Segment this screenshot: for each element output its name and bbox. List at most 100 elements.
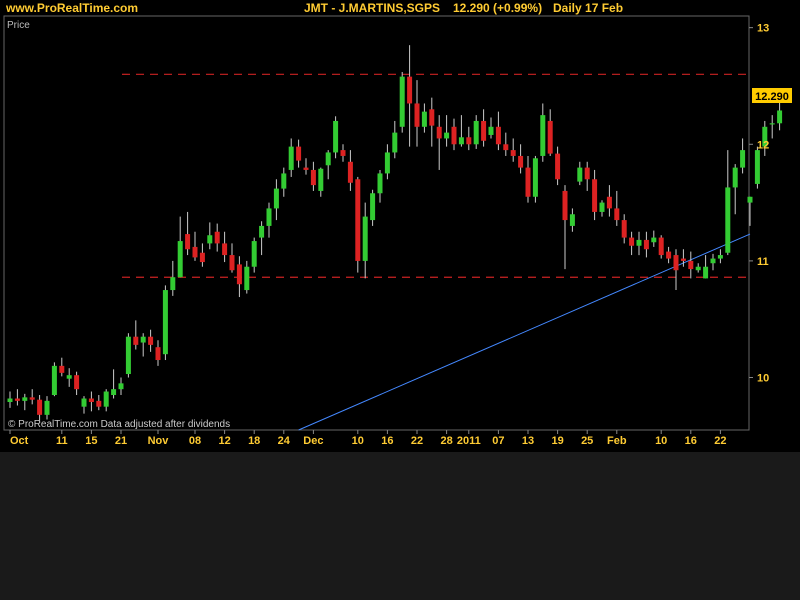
candle <box>769 115 775 139</box>
x-tick-label: 16 <box>685 435 697 447</box>
candle-body <box>140 336 146 343</box>
candle-body <box>614 208 620 221</box>
price-chart[interactable]: Price 10 11 12 13 Oct 11 15 21 Nov 08 12 18 24 Dec 10… <box>0 0 800 452</box>
candle <box>658 235 664 259</box>
x-tick-label: 24 <box>278 435 291 447</box>
candle-body <box>688 260 694 270</box>
candle-body <box>377 173 383 194</box>
x-tick-label: Feb <box>607 435 627 447</box>
candle-body <box>111 389 117 396</box>
candle-body <box>88 398 94 403</box>
candle-body <box>532 158 538 197</box>
candle-body <box>703 266 709 279</box>
x-tick-label: Nov <box>148 435 170 447</box>
candle <box>355 176 361 273</box>
candle-body <box>22 397 28 401</box>
candle-body <box>540 115 546 156</box>
candle-body <box>451 126 457 145</box>
candle-body <box>562 190 568 221</box>
candle-body <box>44 400 50 415</box>
candle-body <box>37 399 43 415</box>
candle <box>51 362 57 397</box>
x-tick-label: 11 <box>56 435 68 447</box>
x-tick-label: 25 <box>581 435 593 447</box>
x-tick-label: 15 <box>85 435 97 447</box>
candle <box>532 155 538 203</box>
candle-body <box>222 243 228 256</box>
candle-body <box>466 137 472 145</box>
candle-body <box>162 290 168 355</box>
candle-body <box>185 234 191 250</box>
candle-body <box>125 336 131 375</box>
x-tick-label: 10 <box>352 435 364 447</box>
candle-body <box>740 150 746 168</box>
footnote-text: © ProRealTime.com Data adjusted after di… <box>8 419 230 430</box>
candle-body <box>214 231 220 244</box>
x-tick-label: 22 <box>411 435 423 447</box>
candle <box>777 102 783 131</box>
candle-body <box>414 103 420 127</box>
candle-body <box>555 153 561 180</box>
x-tick-label: 28 <box>440 435 452 447</box>
candle-body <box>74 375 80 390</box>
candle-body <box>636 239 642 246</box>
candle-body <box>281 173 287 189</box>
candle-body <box>192 246 198 258</box>
candle-body <box>288 146 294 170</box>
candle-body <box>251 241 257 267</box>
candle-body <box>399 76 405 127</box>
candle-body <box>725 187 731 253</box>
x-tick-label: Dec <box>303 435 323 447</box>
candle-body <box>754 150 760 184</box>
x-tick-label: 2011 <box>457 435 481 447</box>
candle-body <box>29 397 35 400</box>
candle-body <box>333 120 339 153</box>
candle-body <box>355 179 361 261</box>
x-tick-label: 13 <box>522 435 534 447</box>
candle-body <box>666 251 672 259</box>
candle-body <box>170 277 176 291</box>
candle-body <box>436 126 442 139</box>
candle-body <box>148 336 154 345</box>
candle-body <box>518 155 524 168</box>
candle-body <box>259 225 265 238</box>
y-tick-label: 10 <box>757 373 769 385</box>
candle-body <box>651 237 657 243</box>
candle-body <box>310 169 316 186</box>
candle-body <box>325 152 331 166</box>
candle-body <box>717 255 723 259</box>
candle-body <box>680 258 686 261</box>
candle-body <box>629 237 635 246</box>
candle <box>399 71 405 133</box>
candle-body <box>207 235 213 244</box>
candle-body <box>777 110 783 124</box>
y-tick-label: 13 <box>757 23 769 35</box>
last-price-value: 12.290 <box>755 91 789 103</box>
candle-body <box>96 400 102 407</box>
candle-body <box>384 152 390 174</box>
candle-body <box>14 398 20 401</box>
candle-body <box>495 126 501 145</box>
candle-body <box>592 179 598 212</box>
candle-body <box>695 266 701 271</box>
candle-body <box>266 208 272 226</box>
candle-body <box>673 255 679 271</box>
candle-body <box>599 202 605 212</box>
candle-body <box>59 365 65 373</box>
candle-body <box>606 196 612 209</box>
x-tick-label: 12 <box>218 435 230 447</box>
candle-body <box>458 137 464 145</box>
x-tick-label: 07 <box>492 435 504 447</box>
candle-body <box>658 237 664 256</box>
candle-body <box>133 336 139 345</box>
x-tick-label: 08 <box>189 435 201 447</box>
candle-body <box>481 120 487 141</box>
candle-body <box>621 220 627 238</box>
x-tick-label: Oct <box>10 435 29 447</box>
candle-body <box>769 123 775 125</box>
candle-body <box>407 76 413 104</box>
candle <box>162 285 168 361</box>
candle-body <box>51 365 57 396</box>
candle-body <box>199 252 205 263</box>
candle-body <box>155 347 161 361</box>
